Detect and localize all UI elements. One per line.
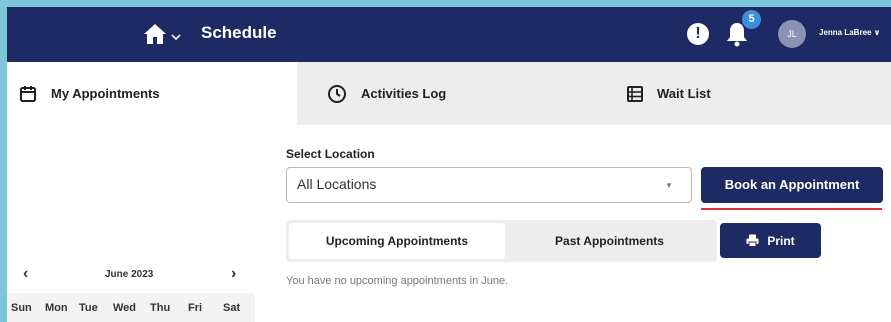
tab-wait-list[interactable]: Wait List — [597, 62, 891, 125]
top-nav-bar: Schedule ! 5 JL Jenna LaBree ∨ — [7, 7, 891, 62]
calendar-weekdays: Sun Mon Tue Wed Thu Fri Sat — [7, 293, 255, 322]
tab-label: My Appointments — [51, 86, 160, 101]
tab-my-appointments[interactable]: My Appointments — [7, 62, 297, 125]
weekday-label: Thu — [150, 302, 171, 314]
tab-label: Wait List — [657, 86, 711, 101]
home-menu-button[interactable] — [143, 21, 183, 47]
mini-calendar: ‹ June 2023 › Sun Mon Tue Wed Thu Fri Sa… — [7, 257, 255, 322]
avatar[interactable]: JL — [778, 20, 806, 48]
chevron-down-icon — [171, 34, 181, 41]
weekday-label: Tue — [79, 302, 98, 314]
tab-activities-log[interactable]: Activities Log — [297, 62, 597, 125]
calendar-month: June 2023 — [105, 269, 154, 280]
tab-upcoming-appointments[interactable]: Upcoming Appointments — [289, 223, 505, 259]
weekday-label: Sun — [11, 302, 32, 314]
notification-badge: 5 — [742, 10, 761, 29]
weekday-label: Mon — [45, 302, 68, 314]
app-frame: Schedule ! 5 JL Jenna LaBree ∨ My Appoin… — [7, 7, 891, 322]
book-appointment-button[interactable]: Book an Appointment — [701, 167, 883, 203]
highlight-underline — [701, 208, 882, 210]
weekday-label: Fri — [188, 302, 203, 314]
alert-icon[interactable]: ! — [687, 23, 709, 45]
clock-icon — [327, 84, 347, 104]
user-menu[interactable]: Jenna LaBree ∨ — [819, 28, 880, 37]
appointment-toggle: Upcoming Appointments Past Appointments — [286, 220, 717, 262]
home-icon — [144, 24, 166, 44]
tab-label: Activities Log — [361, 86, 447, 101]
location-label: Select Location — [286, 147, 375, 161]
location-select-value: All Locations — [297, 176, 377, 192]
location-select[interactable]: All Locations ▼ — [286, 167, 692, 203]
main-tabs: My Appointments Activities Log Wait List — [7, 62, 891, 125]
weekday-label: Sat — [223, 302, 241, 314]
chevron-right-icon[interactable]: › — [231, 265, 236, 283]
print-label: Print — [767, 233, 795, 248]
printer-icon — [746, 234, 759, 247]
calendar-header: ‹ June 2023 › — [7, 263, 255, 287]
tab-past-appointments[interactable]: Past Appointments — [505, 223, 714, 259]
calendar-icon — [19, 85, 37, 103]
chevron-left-icon[interactable]: ‹ — [23, 265, 28, 283]
empty-state-message: You have no upcoming appointments in Jun… — [286, 275, 509, 287]
print-button[interactable]: Print — [720, 223, 821, 258]
weekday-label: Wed — [113, 302, 137, 314]
page-title: Schedule — [201, 23, 277, 42]
caret-down-icon: ▼ — [665, 181, 673, 190]
list-icon — [627, 85, 643, 102]
